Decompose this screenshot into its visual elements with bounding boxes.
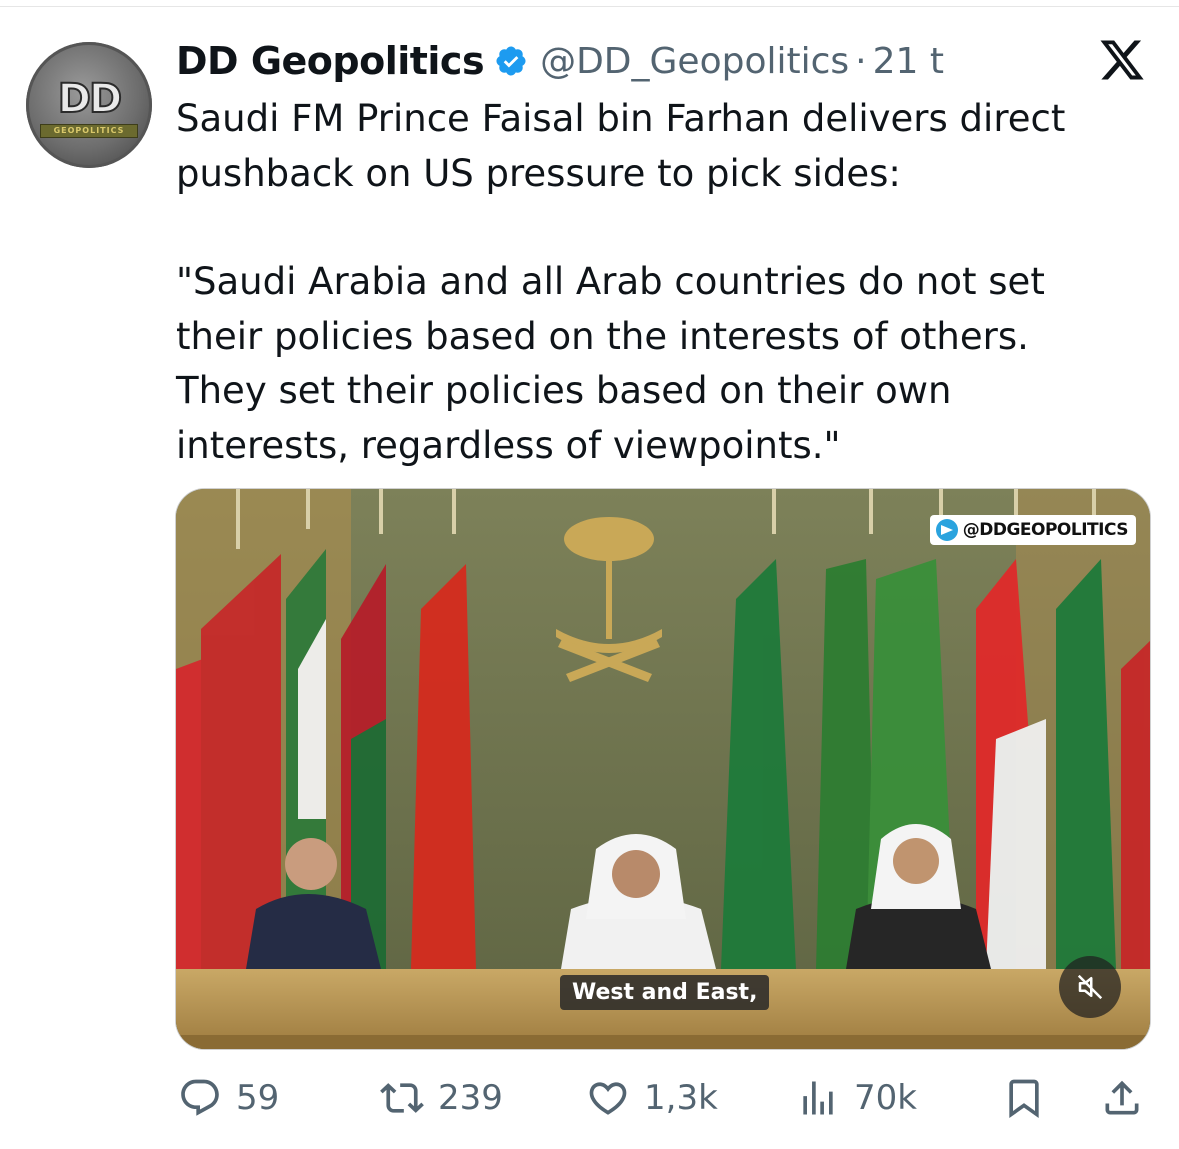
share-icon	[1105, 1080, 1139, 1115]
tweet-line: their policies based on the interests of…	[176, 314, 1029, 358]
repost-button[interactable]: 239	[380, 1068, 503, 1128]
video-player[interactable]: @DDGEOPOLITICS West and East,	[175, 488, 1151, 1050]
display-name[interactable]: DD Geopolitics	[176, 39, 485, 83]
watermark: @DDGEOPOLITICS	[929, 515, 1136, 545]
x-logo-icon[interactable]	[1098, 36, 1146, 84]
avatar-monogram: DD	[57, 75, 123, 123]
separator-dot: ·	[855, 40, 867, 82]
views-icon	[803, 1081, 833, 1115]
avatar[interactable]: DD GEOPOLITICS	[26, 42, 152, 168]
tweet-line: pushback on US pressure to pick sides:	[176, 151, 901, 195]
handle[interactable]: @DD_Geopolitics	[540, 41, 849, 82]
verified-badge-icon	[496, 46, 526, 76]
tweet-header: DD Geopolitics @DD_Geopolitics · 21 t	[176, 36, 944, 86]
repost-count: 239	[438, 1078, 503, 1118]
reply-count: 59	[236, 1078, 280, 1118]
repost-icon	[380, 1083, 424, 1113]
timestamp[interactable]: 21 t	[873, 41, 944, 82]
mute-button[interactable]	[1059, 956, 1121, 1018]
tweet-line: Saudi FM Prince Faisal bin Farhan delive…	[176, 97, 1066, 140]
video-caption: West and East,	[560, 975, 770, 1010]
heart-icon	[589, 1082, 627, 1115]
tweet-text: Saudi FM Prince Faisal bin Farhan delive…	[176, 92, 1156, 473]
top-divider	[0, 6, 1179, 7]
share-button[interactable]	[1100, 1068, 1144, 1128]
video-frame	[176, 489, 1150, 1049]
reply-button[interactable]: 59	[178, 1068, 279, 1128]
bookmark-button[interactable]	[1002, 1068, 1046, 1128]
reply-icon	[181, 1079, 219, 1116]
watermark-text: @DDGEOPOLITICS	[962, 520, 1129, 540]
avatar-band: GEOPOLITICS	[40, 124, 138, 138]
telegram-icon	[935, 519, 958, 541]
action-bar: 59 239 1,3k 70k	[0, 1068, 1179, 1128]
views-count: 70k	[854, 1078, 917, 1118]
bookmark-icon	[1009, 1079, 1039, 1119]
like-button[interactable]: 1,3k	[586, 1068, 718, 1128]
tweet-line: They set their policies based on their o…	[176, 369, 952, 412]
muted-speaker-icon	[1077, 974, 1103, 1000]
tweet-line: interests, regardless of viewpoints."	[176, 423, 841, 467]
like-count: 1,3k	[644, 1078, 718, 1118]
views-button[interactable]: 70k	[796, 1068, 917, 1128]
tweet-line: "Saudi Arabia and all Arab countries do …	[176, 260, 1045, 303]
